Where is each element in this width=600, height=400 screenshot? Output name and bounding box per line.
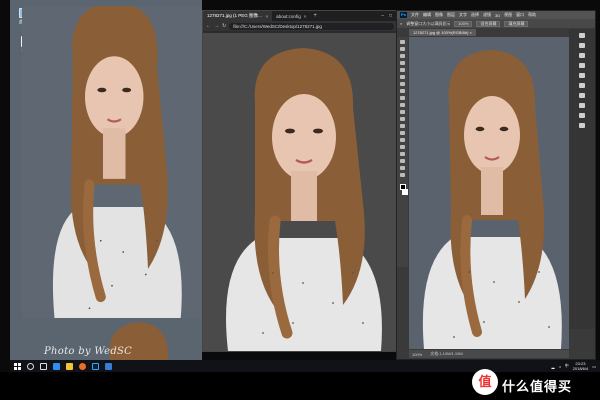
close-icon[interactable]: × [266,14,269,19]
firefox-icon[interactable] [79,362,86,370]
ps-canvas[interactable] [409,37,569,349]
lasso-tool-icon[interactable] [400,54,405,58]
menu-type[interactable]: 文字 [459,12,467,18]
notification-icon[interactable]: ▭ [592,364,596,369]
menu-edit[interactable]: 编辑 [423,12,431,18]
layers-panel-icon[interactable] [579,83,585,88]
ps-status-bar: 100% 文档:1.10M/1.10M [409,350,569,358]
clock-date: 2018/6/4 [572,366,589,371]
file-explorer-icon[interactable] [66,362,73,370]
ps-options-bar: ⌕ 调整窗口大小以满屏显示 100% 适合屏幕 填充屏幕 [397,19,595,28]
eraser-tool-icon[interactable] [400,110,405,114]
menu-layer[interactable]: 图层 [447,12,455,18]
marquee-tool-icon[interactable] [400,47,405,51]
fit-screen-button[interactable]: 适合屏幕 [476,20,501,27]
healing-brush-tool-icon[interactable] [400,82,405,86]
clock[interactable]: 23:23 2018/6/4 [573,361,589,371]
ps-panel-dock [569,29,595,329]
menu-help[interactable]: 帮助 [528,12,536,18]
background-color-swatch[interactable] [401,189,408,195]
search-icon[interactable] [27,362,34,370]
menu-filter[interactable]: 滤镜 [483,12,491,18]
menu-view[interactable]: 视图 [504,12,512,18]
blur-tool-icon[interactable] [400,124,405,128]
photoshop-taskbar-icon[interactable] [92,362,99,370]
zoom-tool-icon[interactable] [400,173,405,177]
paragraph-panel-icon[interactable] [579,123,585,128]
ps-toolbar [397,37,408,267]
ps-document-tab[interactable]: 1278271.jpg @ 100%(RGB/8#) × [409,29,476,36]
desktop-wallpaper-portrait [22,6,202,318]
type-tool-icon[interactable] [400,145,405,149]
minimize-icon[interactable]: – [381,13,384,19]
close-icon[interactable]: × [304,14,307,19]
zoom-level[interactable]: 100% [412,352,422,357]
resize-windows-checkbox[interactable]: 调整窗口大小以满屏显示 [406,21,450,27]
history-brush-tool-icon[interactable] [400,103,405,107]
document-size: 文档:1.10M/1.10M [430,351,463,356]
brush-tool-icon[interactable] [400,89,405,93]
color-panel-icon[interactable] [579,63,585,68]
history-panel-icon[interactable] [579,33,585,38]
mail-icon[interactable] [105,362,112,370]
properties-panel-icon[interactable] [579,43,585,48]
network-icon[interactable]: ▂ [552,364,555,369]
paths-panel-icon[interactable] [579,103,585,108]
ps-document-image [409,37,569,349]
hand-tool-icon[interactable] [400,166,405,170]
smzdm-logo-icon: 值 [472,369,498,395]
edge-icon[interactable] [53,362,60,370]
fill-screen-button[interactable]: 填充屏幕 [504,20,529,27]
zoom-tool-icon: ⌕ [400,21,403,26]
volume-icon[interactable]: ◃ [559,364,561,369]
taskbar: ▂ ◃ 中 23:23 2018/6/4 ▭ [10,360,600,372]
shape-tool-icon[interactable] [400,159,405,163]
tab-label: 1278271.jpg (1 PEG 图像… [207,13,263,18]
back-icon[interactable]: ← [206,23,211,29]
gradient-tool-icon[interactable] [400,117,405,121]
dodge-tool-icon[interactable] [400,131,405,135]
adjustments-panel-icon[interactable] [579,53,585,58]
eyedropper-tool-icon[interactable] [400,75,405,79]
menu-3d[interactable]: 3D [495,13,500,18]
menu-window[interactable]: 窗口 [516,12,524,18]
menu-file[interactable]: 文件 [411,12,419,18]
menu-image[interactable]: 图像 [435,12,443,18]
browser-window: 1278271.jpg (1 PEG 图像… × about:config × … [202,10,404,352]
move-tool-icon[interactable] [400,40,405,44]
path-select-tool-icon[interactable] [400,152,405,156]
reload-icon[interactable]: ↻ [222,23,226,29]
quick-select-tool-icon[interactable] [400,61,405,65]
maximize-icon[interactable]: □ [389,13,392,19]
watermark-signature: Photo by WedSC [44,346,133,357]
browser-image-view [203,33,403,351]
swatches-panel-icon[interactable] [579,73,585,78]
zoom-100-button[interactable]: 100% [454,20,473,27]
menu-select[interactable]: 选择 [471,12,479,18]
clone-stamp-tool-icon[interactable] [400,96,405,100]
tab-about-config[interactable]: about:config × [272,11,310,21]
tab-label: about:config [276,13,301,19]
windows-start-icon[interactable] [14,362,21,370]
channels-panel-icon[interactable] [579,93,585,98]
address-bar: ← → ↻ file:///C:/Users/WedSC/Desktop/127… [203,21,403,31]
pen-tool-icon[interactable] [400,138,405,142]
browser-tabbar: 1278271.jpg (1 PEG 图像… × about:config × … [203,11,403,21]
input-language[interactable]: 中 [565,363,569,369]
photoshop-logo-icon: Ps [400,12,407,18]
url-field[interactable]: file:///C:/Users/WedSC/Desktop/1278271.j… [229,22,395,30]
task-view-icon[interactable] [40,362,47,370]
new-tab-button[interactable]: + [310,13,320,19]
smzdm-logo-text: 什么值得买 [502,379,573,394]
tab-image[interactable]: 1278271.jpg (1 PEG 图像… × [203,11,273,21]
crop-tool-icon[interactable] [400,68,405,72]
system-tray: ▂ ◃ 中 23:23 2018/6/4 ▭ [552,361,596,371]
character-panel-icon[interactable] [579,113,585,118]
ps-menubar: Ps 文件 编辑 图像 图层 文字 选择 滤镜 3D 视图 窗口 帮助 [397,11,595,19]
forward-icon[interactable]: → [214,23,219,29]
photoshop-window: Ps 文件 编辑 图像 图层 文字 选择 滤镜 3D 视图 窗口 帮助 ⌕ 调整… [396,10,596,360]
